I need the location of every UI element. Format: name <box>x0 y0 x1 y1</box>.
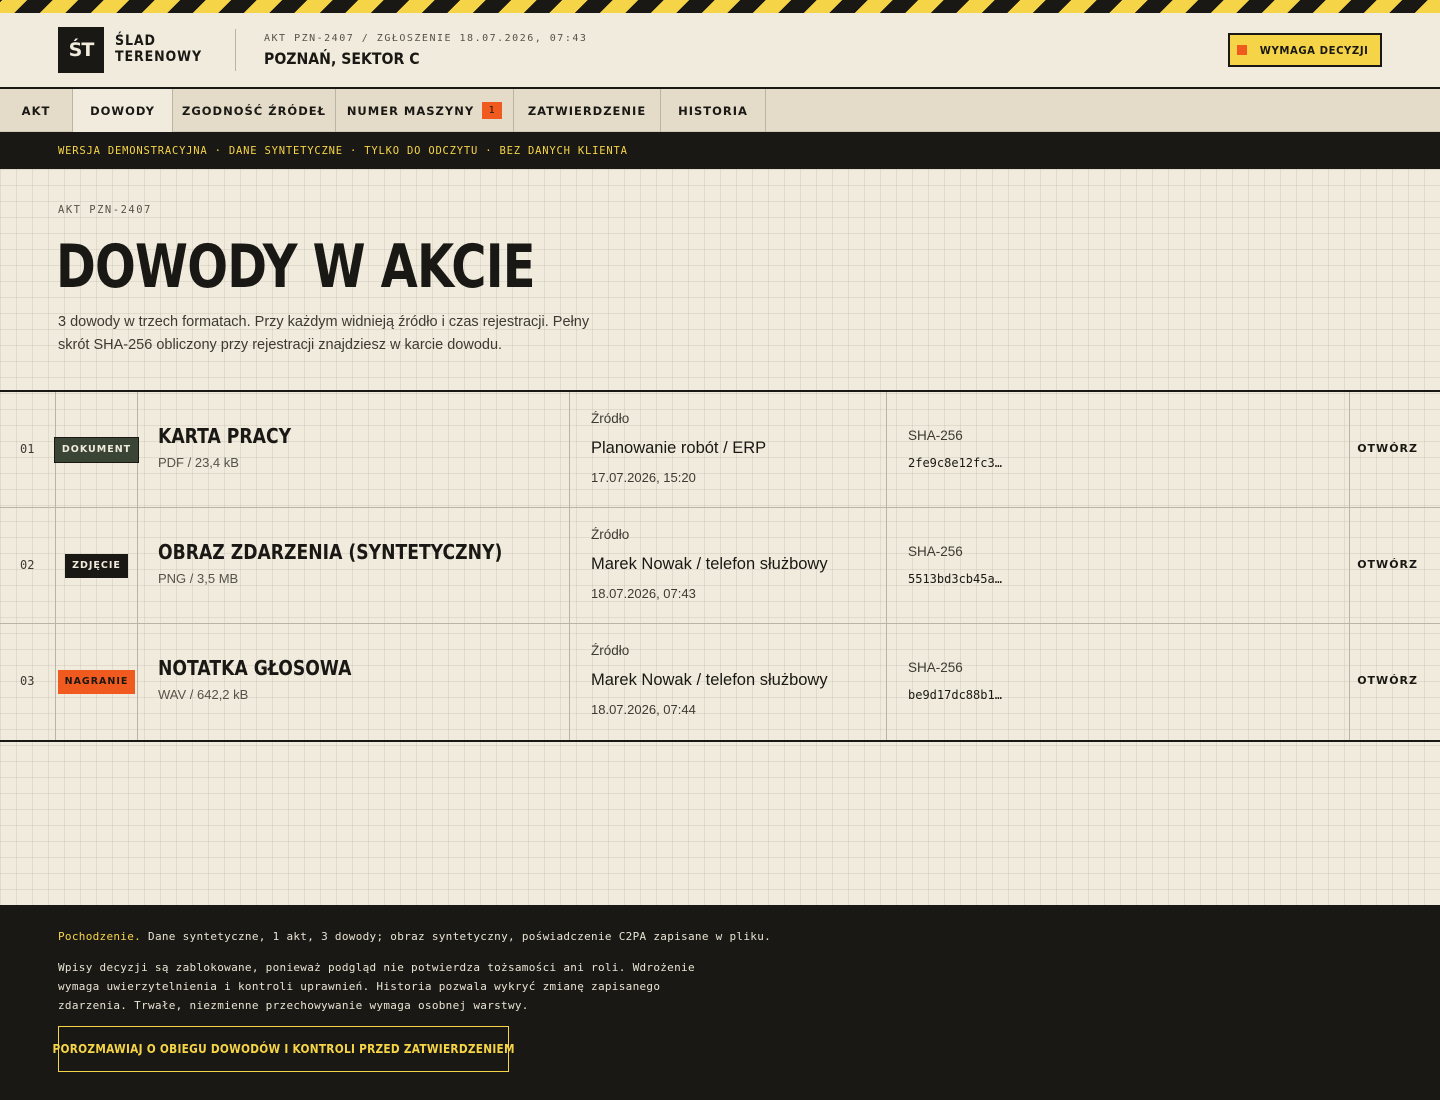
tab-historia[interactable]: HISTORIA <box>661 89 766 132</box>
column-divider <box>569 508 570 623</box>
page-title: DOWODY W AKCIE <box>56 232 536 302</box>
type-tag-cell: ZDJĘCIE <box>56 508 137 624</box>
column-divider <box>1349 392 1350 507</box>
column-divider <box>886 508 887 623</box>
tab-bar: AKT DOWODY ZGODNOŚĆ ŹRÓDEŁ NUMER MASZYNY… <box>0 89 1440 132</box>
provenance-label: Pochodzenie. <box>58 930 142 943</box>
column-divider <box>1349 508 1350 623</box>
alert-square-icon <box>1236 45 1247 55</box>
app-header: ŚT ŚLAD TERENOWY AKT PZN-2407 / ZGŁOSZEN… <box>0 13 1440 89</box>
table-row[interactable]: 02 ZDJĘCIE OBRAZ ZDARZENIA (SYNTETYCZNY)… <box>0 508 1440 624</box>
column-divider <box>569 392 570 507</box>
tab-zatwierdzenie[interactable]: ZATWIERDZENIE <box>514 89 661 132</box>
demo-banner: WERSJA DEMONSTRACYJNA · DANE SYNTETYCZNE… <box>0 132 1440 169</box>
provenance-line: Pochodzenie. Dane syntetyczne, 1 akt, 3 … <box>58 930 771 943</box>
source-value: Marek Nowak / telefon służbowy <box>591 555 828 573</box>
table-row[interactable]: 01 DOKUMENT KARTA PRACY PDF / 23,4 kB Źr… <box>0 392 1440 508</box>
source-label: Źródło <box>591 643 630 658</box>
source-label: Źródło <box>591 411 630 426</box>
case-meta: AKT PZN-2407 / ZGŁOSZENIE 18.07.2026, 07… <box>264 33 588 44</box>
tab-zgodnosc-zrodel[interactable]: ZGODNOŚĆ ŹRÓDEŁ <box>173 89 336 132</box>
registration-date: 17.07.2026, 15:20 <box>591 470 696 485</box>
type-tag-cell: NAGRANIE <box>56 624 137 740</box>
evidence-format: PDF / 23,4 kB <box>158 455 239 470</box>
evidence-number: 02 <box>20 558 35 572</box>
column-divider <box>569 624 570 740</box>
evidence-format: PNG / 3,5 MB <box>158 571 239 586</box>
header-divider <box>235 29 236 71</box>
hash-value: be9d17dc88b1… <box>908 688 1002 702</box>
tab-label: ZGODNOŚĆ ŹRÓDEŁ <box>182 103 326 118</box>
security-note: Wpisy decyzji są zablokowane, ponieważ p… <box>58 961 695 1012</box>
evidence-number: 01 <box>20 442 35 456</box>
type-tag-photo: ZDJĘCIE <box>65 554 128 578</box>
logo-text: ŚLAD TERENOWY <box>115 33 202 65</box>
evidence-number: 03 <box>20 674 35 688</box>
hash-label: SHA-256 <box>908 428 963 443</box>
type-tag-document: DOKUMENT <box>53 437 140 463</box>
case-title: POZNAŃ, SEKTOR C <box>264 49 420 68</box>
hash-value: 2fe9c8e12fc3… <box>908 456 1002 470</box>
logo-line-1: ŚLAD <box>115 33 156 49</box>
registration-date: 18.07.2026, 07:44 <box>591 702 696 717</box>
tab-dowody[interactable]: DOWODY <box>73 89 173 132</box>
hash-label: SHA-256 <box>908 544 963 559</box>
column-divider <box>137 624 138 740</box>
evidence-name: KARTA PRACY <box>158 424 292 448</box>
hash-value: 5513bd3cb45a… <box>908 572 1002 586</box>
source-value: Planowanie robót / ERP <box>591 439 767 457</box>
column-divider <box>1349 624 1350 740</box>
tab-numer-maszyny[interactable]: NUMER MASZYNY 1 <box>336 89 514 132</box>
open-button[interactable]: OTWÓRZ <box>1357 558 1418 571</box>
registration-date: 18.07.2026, 07:43 <box>591 586 696 601</box>
logo-line-2: TERENOWY <box>115 49 202 65</box>
column-divider <box>886 624 887 740</box>
decision-label: WYMAGA DECYZJI <box>1259 43 1369 57</box>
decision-required-button[interactable]: WYMAGA DECYZJI <box>1228 33 1382 67</box>
contact-cta-button[interactable]: POROZMAWIAJ O OBIEGU DOWODÓW I KONTROLI … <box>52 1026 514 1072</box>
cta-label: POROZMAWIAJ O OBIEGU DOWODÓW I KONTROLI … <box>52 1042 515 1056</box>
hazard-stripe <box>0 0 1440 13</box>
hash-label: SHA-256 <box>908 660 963 675</box>
tab-label: DOWODY <box>90 103 155 118</box>
provenance-text: Dane syntetyczne, 1 akt, 3 dowody; obraz… <box>148 930 772 943</box>
footer: Pochodzenie. Dane syntetyczne, 1 akt, 3 … <box>0 905 1440 1100</box>
tab-label: ZATWIERDZENIE <box>527 103 647 118</box>
type-tag-cell: DOKUMENT <box>53 392 140 508</box>
evidence-table: 01 DOKUMENT KARTA PRACY PDF / 23,4 kB Źr… <box>0 390 1440 742</box>
tab-label: HISTORIA <box>678 103 748 118</box>
source-value: Marek Nowak / telefon służbowy <box>591 671 828 689</box>
lead-text: 3 dowody w trzech formatach. Przy każdym… <box>58 314 590 353</box>
open-button[interactable]: OTWÓRZ <box>1357 674 1418 687</box>
evidence-name: OBRAZ ZDARZENIA (SYNTETYCZNY) <box>158 540 503 564</box>
evidence-name: NOTATKA GŁOSOWA <box>158 656 352 680</box>
tab-akt[interactable]: AKT <box>0 89 73 132</box>
tab-label: NUMER MASZYNY <box>346 103 475 118</box>
logo-mark: ŚT <box>58 27 104 73</box>
tab-label: AKT <box>21 103 51 118</box>
open-button[interactable]: OTWÓRZ <box>1357 442 1418 455</box>
column-divider <box>886 392 887 507</box>
main-content: AKT PZN-2407 DOWODY W AKCIE 3 dowody w t… <box>0 169 1440 905</box>
table-row[interactable]: 03 NAGRANIE NOTATKA GŁOSOWA WAV / 642,2 … <box>0 624 1440 740</box>
tab-count-badge: 1 <box>482 102 503 119</box>
source-label: Źródło <box>591 527 630 542</box>
evidence-format: WAV / 642,2 kB <box>158 687 249 702</box>
type-tag-recording: NAGRANIE <box>57 670 136 694</box>
eyebrow: AKT PZN-2407 <box>58 204 152 216</box>
column-divider <box>137 508 138 623</box>
